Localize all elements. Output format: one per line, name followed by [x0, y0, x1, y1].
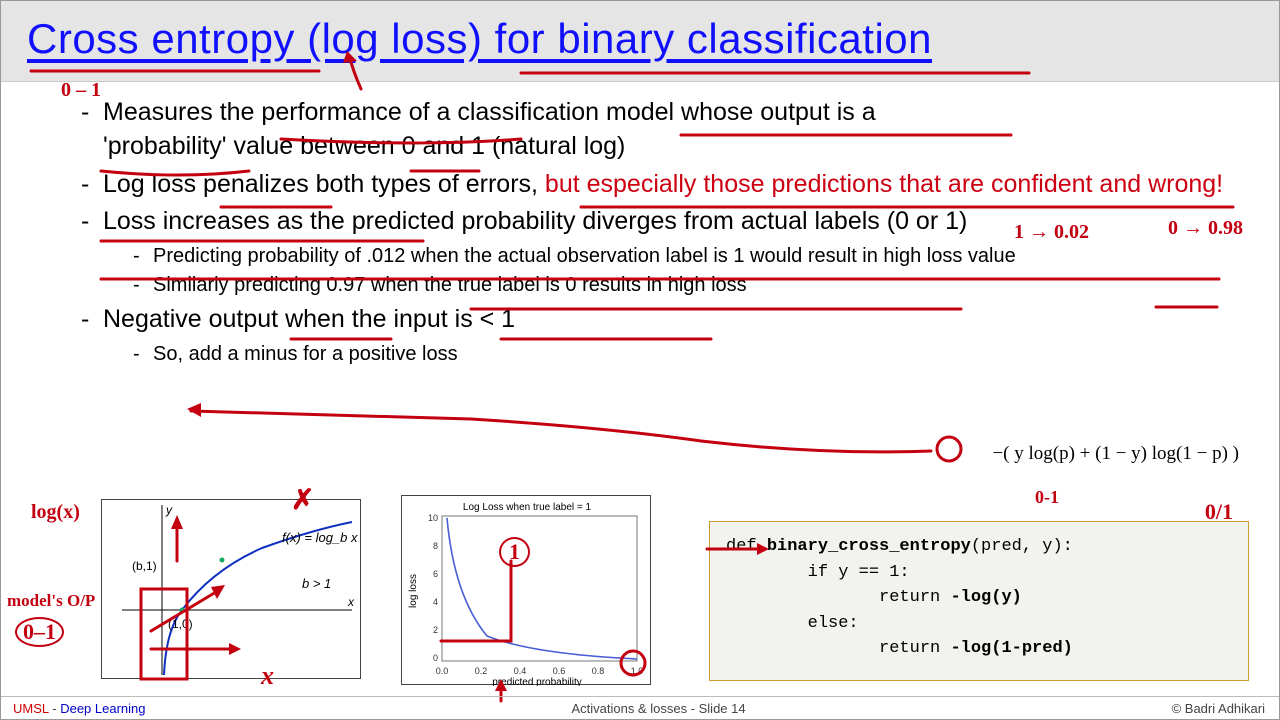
annot-one-to: 1 → 0.02: [1014, 221, 1089, 244]
xtick: 0.0: [436, 666, 449, 676]
sub-bullet: Similarly predicting 0.97 when the true …: [133, 272, 1239, 299]
text: Negative output when the input is < 1: [103, 305, 515, 333]
point-label: (1,0): [168, 617, 193, 631]
bullet-4: Negative output when the input is < 1 So…: [81, 303, 1239, 368]
figure-log-loss: Log Loss when true label = 1 0 2 4 6 8 1…: [401, 495, 651, 685]
code-line: return: [726, 639, 950, 658]
fx-label: f(x) = log_b x: [282, 530, 358, 545]
code-bold: -log(y): [950, 588, 1021, 607]
sub-bullets: Predicting probability of .012 when the …: [133, 243, 1239, 299]
b-label: b > 1: [302, 576, 331, 591]
annot-range: 0–1: [15, 617, 64, 647]
point-label: (b,1): [132, 559, 157, 573]
sub-bullet: Predicting probability of .012 when the …: [133, 243, 1239, 270]
x-label: predicted probability: [492, 677, 582, 686]
kw: def: [726, 537, 767, 556]
slide-title: Cross entropy (log loss) for binary clas…: [27, 15, 932, 62]
footer-umsl: UMSL: [13, 701, 49, 716]
xtick: 0.2: [475, 666, 488, 676]
annot-model-op: model's O/P: [7, 591, 95, 611]
ytick: 6: [433, 569, 438, 579]
text: 'probability' value between 0 and 1 (nat…: [103, 132, 625, 160]
bullet-3: Loss increases as the predicted probabil…: [81, 205, 1239, 299]
func-name: binary_cross_entropy: [767, 537, 971, 556]
sub-bullets: So, add a minus for a positive loss: [133, 341, 1239, 368]
annot-x: x: [261, 661, 274, 691]
sub-bullet: So, add a minus for a positive loss: [133, 341, 1239, 368]
annot-code-0or1: 0/1: [1205, 499, 1233, 525]
plot-panel: Log Loss when true label = 1 0 2 4 6 8 1…: [401, 495, 651, 685]
text: Similarly predicting 0.97 when the true …: [153, 274, 747, 296]
footer-course: Deep Learning: [60, 701, 145, 716]
annot-logx: log(x): [31, 501, 80, 524]
footer-author: © Badri Adhikari: [1172, 701, 1279, 716]
footer-dash: -: [49, 701, 61, 716]
chart-title: Log Loss when true label = 1: [463, 502, 592, 513]
ytick: 4: [433, 597, 438, 607]
annot-one: 1: [499, 537, 530, 567]
loss-formula: −( y log(p) + (1 − y) log(1 − p) ): [992, 443, 1239, 465]
text: So, add a minus for a positive loss: [153, 343, 458, 365]
text: Log loss penalizes both types of errors,: [103, 170, 545, 198]
bullet-1: Measures the performance of a classifica…: [81, 96, 1239, 164]
code-bold: -log(1-pred): [950, 639, 1072, 658]
figure-log-curve: f(x) = log_b x b > 1 (b,1) (1,0) y x: [101, 499, 361, 679]
emphasis-text: but especially those predictions that ar…: [545, 170, 1223, 198]
ytick: 10: [428, 513, 438, 523]
plot-svg: Log Loss when true label = 1 0 2 4 6 8 1…: [402, 496, 652, 686]
code-line: else:: [726, 614, 859, 633]
xtick: 0.4: [514, 666, 527, 676]
footer-left: UMSL - Deep Learning: [1, 701, 146, 716]
code-line: return: [726, 588, 950, 607]
slide: Cross entropy (log loss) for binary clas…: [0, 0, 1280, 720]
x-axis-label: x: [347, 595, 355, 609]
ytick: 0: [433, 653, 438, 663]
text: Predicting probability of .012 when the …: [153, 245, 1016, 267]
code-box: def binary_cross_entropy(pred, y): if y …: [709, 521, 1249, 681]
annot-x-mark: ✗: [291, 483, 314, 517]
text: Loss increases as the predicted probabil…: [103, 207, 967, 235]
y-label: log loss: [408, 574, 419, 608]
annot-zero-one: 0 – 1: [61, 79, 101, 102]
title-bar: Cross entropy (log loss) for binary clas…: [1, 1, 1279, 82]
args: (pred, y):: [971, 537, 1073, 556]
xtick: 1.0: [631, 666, 644, 676]
xtick: 0.6: [553, 666, 566, 676]
text: Measures the performance of a classifica…: [103, 98, 876, 126]
code-line: if y == 1:: [726, 563, 910, 582]
plot-svg: f(x) = log_b x b > 1 (b,1) (1,0) y x: [102, 500, 362, 680]
plot-panel: f(x) = log_b x b > 1 (b,1) (1,0) y x: [101, 499, 361, 679]
footer: UMSL - Deep Learning Activations & losse…: [1, 696, 1279, 719]
bullet-2: Log loss penalizes both types of errors,…: [81, 168, 1239, 202]
annot-code-01: 0-1: [1035, 487, 1059, 508]
xtick: 0.8: [592, 666, 605, 676]
ytick: 2: [433, 625, 438, 635]
y-axis-label: y: [165, 503, 173, 517]
footer-center: Activations & losses - Slide 14: [146, 701, 1172, 716]
ytick: 8: [433, 541, 438, 551]
annot-zero-to: 0 → 0.98: [1168, 217, 1243, 240]
